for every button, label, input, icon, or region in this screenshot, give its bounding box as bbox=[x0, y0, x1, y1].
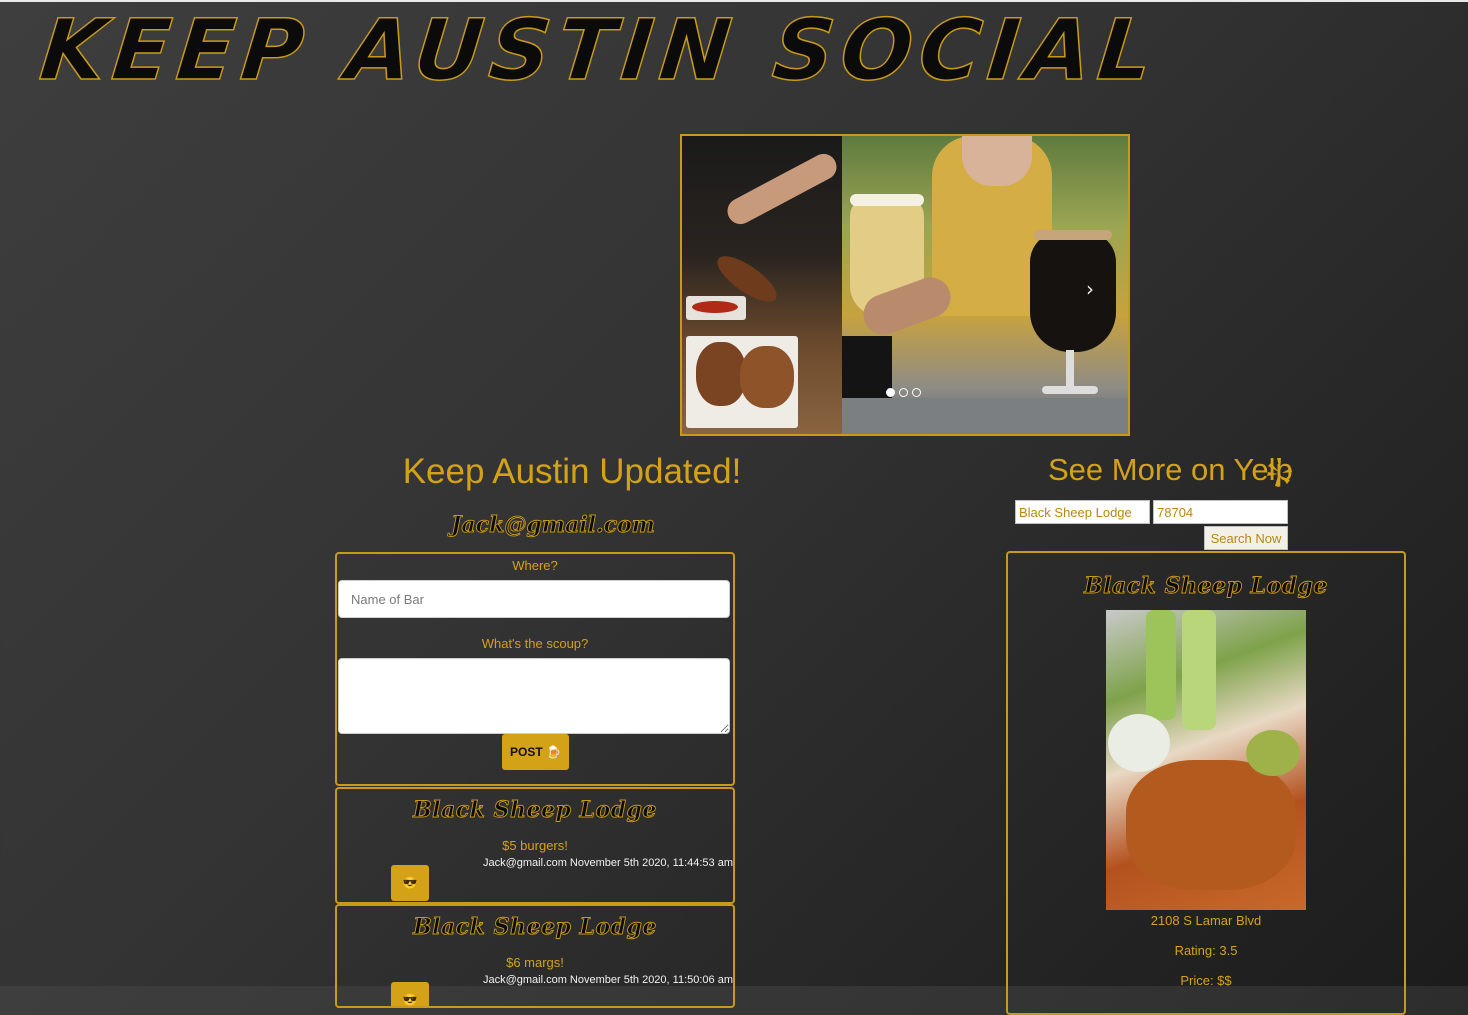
post-text: $6 margs! bbox=[506, 955, 564, 970]
yelp-result-address: 2108 S Lamar Blvd bbox=[1150, 913, 1262, 928]
post-text: $5 burgers! bbox=[502, 838, 568, 853]
carousel-dot-2[interactable] bbox=[899, 388, 908, 397]
yelp-result-rating: Rating: 3.5 bbox=[1174, 943, 1238, 958]
scoop-label: What's the scoup? bbox=[481, 636, 589, 651]
user-email: Jack@gmail.com bbox=[451, 512, 656, 539]
post-button[interactable]: POST 🍺 bbox=[502, 734, 569, 770]
carousel-dot-3[interactable] bbox=[912, 388, 921, 397]
post-card: Black Sheep Lodge $6 margs! Jack@gmail.c… bbox=[335, 904, 735, 1008]
post-card: Black Sheep Lodge $5 burgers! Jack@gmail… bbox=[335, 787, 735, 904]
yelp-heading: See More on Yelp bbox=[1048, 452, 1293, 487]
post-bar-name: Black Sheep Lodge bbox=[413, 797, 657, 824]
yelp-result-card: Black Sheep Lodge 2108 S Lamar Blvd Rati… bbox=[1006, 551, 1406, 1015]
yelp-result-name: Black Sheep Lodge bbox=[1084, 573, 1328, 600]
carousel-indicators bbox=[886, 388, 921, 397]
bar-name-input[interactable] bbox=[338, 580, 730, 618]
carousel-next-arrow[interactable]: › bbox=[1086, 279, 1094, 299]
scoop-textarea[interactable] bbox=[338, 658, 730, 734]
carousel-slide-wings bbox=[682, 136, 842, 434]
image-carousel[interactable]: › bbox=[680, 134, 1130, 436]
post-bar-name: Black Sheep Lodge bbox=[413, 914, 657, 941]
site-title: KEEP AUSTIN SOCIAL bbox=[35, 0, 1165, 100]
search-now-button[interactable]: Search Now bbox=[1204, 526, 1288, 550]
new-post-form: Where? What's the scoup? POST 🍺 bbox=[335, 552, 735, 786]
yelp-result-photo bbox=[1106, 610, 1306, 910]
updates-heading: Keep Austin Updated! bbox=[402, 452, 742, 491]
yelp-zip-input[interactable] bbox=[1153, 500, 1288, 524]
where-label: Where? bbox=[512, 558, 558, 573]
carousel-dot-1[interactable] bbox=[886, 388, 895, 397]
reaction-button[interactable]: 😎 bbox=[391, 865, 429, 901]
yelp-search-input[interactable] bbox=[1015, 500, 1150, 524]
yelp-burst-icon bbox=[1267, 458, 1292, 487]
